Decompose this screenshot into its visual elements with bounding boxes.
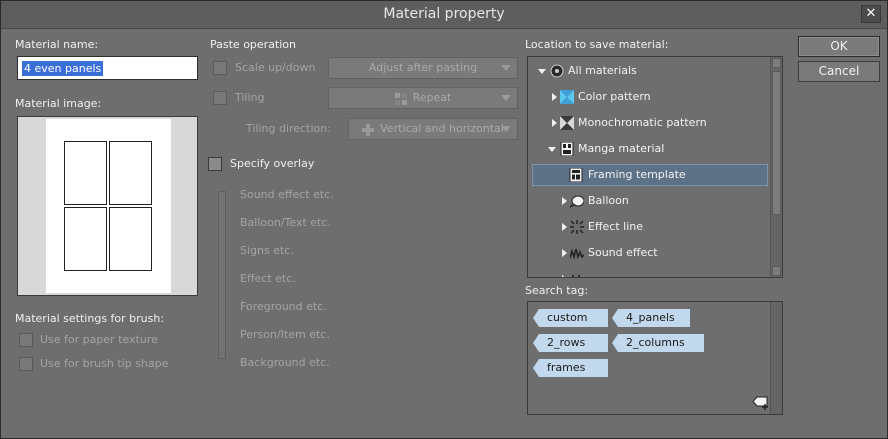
scroll-down-arrow[interactable] bbox=[772, 266, 781, 276]
tiling-direction-value: Vertical and horizontal bbox=[380, 122, 504, 135]
overlay-level: Person/Item etc. bbox=[240, 328, 330, 341]
tiling-direction-label: Tiling direction: bbox=[246, 122, 331, 135]
overlay-level: Foreground etc. bbox=[240, 300, 327, 313]
tree-item-monochromatic-pattern[interactable]: Monochromatic pattern bbox=[528, 112, 768, 134]
overlay-level: Balloon/Text etc. bbox=[240, 216, 331, 229]
tree-item-label: Monochromatic pattern bbox=[578, 116, 707, 129]
mono-pattern-icon bbox=[560, 116, 574, 130]
scale-label: Scale up/down bbox=[235, 61, 316, 74]
disc-icon bbox=[550, 64, 564, 78]
frame-panel bbox=[109, 207, 152, 271]
specify-overlay-label: Specify overlay bbox=[230, 157, 315, 170]
tree-scrollbar[interactable] bbox=[770, 57, 782, 277]
ok-button[interactable]: OK bbox=[798, 36, 880, 57]
tag-chip[interactable]: 4_panels bbox=[612, 309, 690, 327]
specify-overlay-checkbox[interactable] bbox=[208, 157, 222, 171]
cancel-button[interactable]: Cancel bbox=[798, 61, 880, 82]
tiling-dropdown-value: Repeat bbox=[412, 91, 452, 104]
scroll-thumb[interactable] bbox=[772, 71, 781, 215]
tree-item-label: Effect line bbox=[588, 220, 644, 233]
expand-right-icon bbox=[562, 275, 567, 277]
sound-effect-icon bbox=[570, 248, 584, 260]
frame-panel bbox=[64, 207, 107, 271]
balloon-icon bbox=[570, 195, 584, 208]
tree-item-label: Balloon bbox=[588, 194, 629, 207]
frame-panel bbox=[64, 141, 107, 205]
tree-item-balloon[interactable]: Balloon bbox=[528, 190, 768, 212]
tree-item-manga-material[interactable]: Manga material bbox=[528, 138, 768, 160]
tree-item-label: Framing template bbox=[588, 168, 686, 181]
close-button[interactable]: ✕ bbox=[861, 5, 881, 23]
scale-checkbox[interactable] bbox=[213, 61, 227, 75]
paper-texture-checkbox[interactable] bbox=[19, 333, 33, 347]
search-tag-label: Search tag: bbox=[525, 284, 589, 297]
overlay-level: Signs etc. bbox=[240, 244, 294, 257]
repeat-icon bbox=[394, 92, 407, 105]
tag-chip[interactable]: frames bbox=[533, 359, 608, 377]
location-label: Location to save material: bbox=[525, 38, 669, 51]
search-tag-area[interactable]: custom 4_panels 2_rows 2_columns frames bbox=[527, 301, 783, 415]
tree-item-effect-line[interactable]: Effect line bbox=[528, 216, 768, 238]
tiling-label: Tiling bbox=[235, 91, 265, 104]
frame-icon bbox=[569, 168, 583, 182]
tree-item-sound-effect[interactable]: Sound effect bbox=[528, 242, 768, 264]
tree-item-color-pattern[interactable]: Color pattern bbox=[528, 86, 768, 108]
material-name-label: Material name: bbox=[15, 38, 99, 51]
tree-item-label: Color pattern bbox=[578, 90, 651, 103]
overlay-level: Background etc. bbox=[240, 356, 330, 369]
tree-item-label: Manga material bbox=[578, 142, 665, 155]
expand-right-icon[interactable] bbox=[562, 223, 567, 231]
tiling-checkbox[interactable] bbox=[213, 91, 227, 105]
brush-tip-label: Use for brush tip shape bbox=[40, 357, 169, 370]
material-image-label: Material image: bbox=[15, 97, 102, 110]
scale-dropdown[interactable]: Adjust after pasting bbox=[328, 57, 518, 79]
tree-item-framing-template[interactable]: Framing template bbox=[532, 164, 768, 186]
add-tag-icon[interactable] bbox=[752, 395, 770, 411]
tag-scrollbar[interactable] bbox=[770, 302, 782, 414]
window-title: Material property bbox=[383, 6, 505, 22]
page-thumbnail bbox=[46, 119, 171, 293]
brush-settings-label: Material settings for brush: bbox=[15, 312, 165, 325]
tree-item-all-materials[interactable]: All materials bbox=[528, 60, 768, 82]
expand-down-icon[interactable] bbox=[538, 69, 546, 74]
expand-right-icon[interactable] bbox=[552, 93, 557, 101]
paste-operation-label: Paste operation bbox=[210, 38, 297, 51]
chevron-down-icon bbox=[501, 65, 511, 71]
paper-texture-label: Use for paper texture bbox=[40, 333, 158, 346]
chevron-down-icon bbox=[501, 95, 511, 101]
tree-item-label: All materials bbox=[568, 64, 637, 77]
tag-chip[interactable]: 2_columns bbox=[612, 334, 704, 352]
frame-panel bbox=[109, 141, 152, 205]
overlay-level: Effect etc. bbox=[240, 272, 296, 285]
overlay-slider[interactable] bbox=[218, 191, 226, 359]
tree-item-label: Sound effect bbox=[588, 246, 658, 259]
material-name-input[interactable]: 4 even panels bbox=[17, 56, 198, 80]
expand-down-icon[interactable] bbox=[548, 147, 556, 152]
tag-chip[interactable]: custom bbox=[533, 309, 608, 327]
overlay-level: Sound effect etc. bbox=[240, 188, 334, 201]
chevron-down-icon bbox=[501, 126, 511, 132]
title-bar[interactable]: Material property ✕ bbox=[1, 1, 887, 29]
tag-chip[interactable]: 2_rows bbox=[533, 334, 608, 352]
scroll-up-arrow[interactable] bbox=[772, 58, 781, 68]
material-image-preview bbox=[17, 116, 198, 296]
expand-right-icon[interactable] bbox=[562, 249, 567, 257]
tiling-dropdown[interactable]: Repeat bbox=[328, 87, 518, 109]
expand-right-icon[interactable] bbox=[562, 197, 567, 205]
direction-icon bbox=[362, 123, 375, 136]
tree-item-partial bbox=[528, 268, 768, 277]
signs-icon bbox=[571, 273, 581, 277]
material-name-value: 4 even panels bbox=[22, 61, 104, 76]
tiling-direction-dropdown[interactable]: Vertical and horizontal bbox=[348, 118, 518, 140]
color-pattern-icon bbox=[560, 90, 574, 104]
manga-icon bbox=[560, 142, 574, 156]
location-tree: All materials Color pattern Monochromati… bbox=[527, 56, 783, 278]
effect-line-icon bbox=[570, 220, 584, 234]
brush-tip-checkbox[interactable] bbox=[19, 357, 33, 371]
scale-dropdown-value: Adjust after pasting bbox=[368, 61, 478, 74]
expand-right-icon[interactable] bbox=[552, 119, 557, 127]
material-property-dialog: Material property ✕ Material name: 4 eve… bbox=[0, 0, 888, 439]
